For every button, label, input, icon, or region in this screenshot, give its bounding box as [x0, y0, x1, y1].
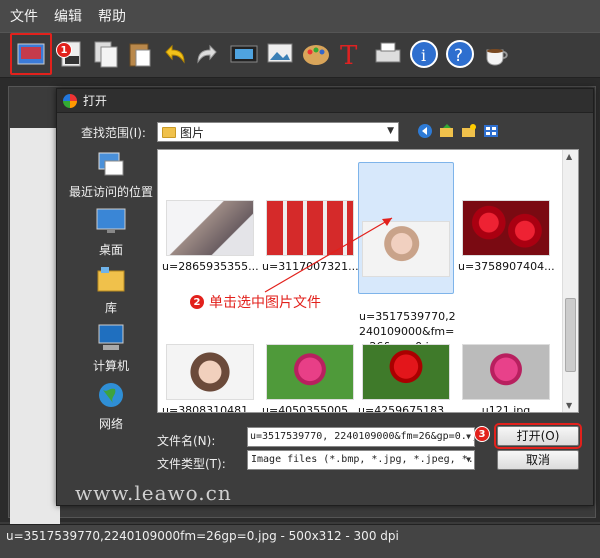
scroll-up-icon[interactable]: ▲ [566, 152, 572, 161]
coffee-cup-icon[interactable] [480, 38, 512, 70]
file-name: u121.jpg [481, 404, 531, 413]
step-badge-3: 3 [474, 426, 490, 442]
place-label: 最近访问的位置 [68, 185, 153, 199]
file-item[interactable]: u=4050355005... [262, 344, 359, 413]
look-in-select[interactable]: 图片 ▼ [157, 122, 399, 142]
dialog-title: 打开 [83, 94, 108, 108]
file-name: u=4259675183... [358, 404, 455, 413]
help-icon[interactable]: ? [444, 38, 476, 70]
info-icon[interactable]: i [408, 38, 440, 70]
filename-value: u=3517539770, 2240109000&fm=26&gp=0. jp [250, 431, 475, 442]
file-name: u=3117007321... [262, 260, 359, 273]
redo-icon[interactable] [192, 38, 224, 70]
place-desktop[interactable]: 桌面 [67, 207, 155, 258]
file-name: u=3758907404... [458, 260, 555, 273]
text-icon[interactable]: T [336, 38, 368, 71]
place-label: 计算机 [92, 359, 129, 373]
canvas-image-edge [10, 128, 60, 538]
undo-icon[interactable] [158, 38, 190, 70]
open-button[interactable]: 打开(O) [494, 423, 582, 449]
app-logo-icon [63, 93, 77, 108]
computer-icon [95, 323, 127, 353]
file-name: u=3808310481... [162, 404, 259, 413]
desktop-icon [95, 207, 127, 237]
watermark: www.leawo.cn [75, 481, 232, 505]
dialog-titlebar: 打开 [57, 89, 593, 113]
chevron-down-icon: ▼ [387, 126, 394, 136]
view-menu-icon[interactable] [483, 123, 499, 139]
file-list-scrollbar[interactable]: ▲ ▼ [562, 150, 578, 412]
file-thumbnail [266, 344, 354, 400]
recent-places-icon [95, 149, 127, 179]
toolbar: T i ? [0, 32, 600, 78]
open-button-highlight [10, 33, 52, 75]
svg-text:?: ? [454, 46, 463, 66]
place-libraries[interactable]: 库 [67, 265, 155, 316]
status-bar: u=3517539770,2240109000fm=26gp=0.jpg - 5… [0, 524, 600, 558]
menu-bar: 文件 编辑 帮助 [0, 0, 600, 32]
file-item[interactable]: u=4259675183... [358, 344, 455, 413]
folder-icon [162, 126, 176, 138]
filetype-select[interactable]: Image files (*.bmp, *.jpg, *.jpeg, *. ▼ [247, 450, 475, 470]
image-frame-icon[interactable] [264, 38, 296, 70]
place-label: 库 [104, 301, 117, 315]
file-thumbnail [266, 200, 354, 256]
scroll-thumb[interactable] [565, 298, 576, 372]
svg-text:i: i [421, 46, 426, 65]
menu-help[interactable]: 帮助 [98, 6, 126, 26]
file-thumbnail [462, 344, 550, 400]
svg-text:T: T [340, 41, 358, 70]
palette-icon[interactable] [300, 38, 332, 70]
paste-icon[interactable] [124, 38, 156, 70]
open-file-dialog: 打开 查找范围(I): 图片 ▼ 最近访问的位置 桌面 库 计算机 网络 u=2… [56, 88, 594, 506]
filetype-value: Image files (*.bmp, *.jpg, *.jpeg, *. [251, 454, 474, 465]
file-item[interactable]: u=2865935355... [162, 200, 259, 273]
annotation-text: 单击选中图片文件 [209, 295, 321, 311]
copy-icon[interactable] [90, 38, 122, 70]
network-globe-icon [95, 381, 127, 411]
file-thumbnail [166, 344, 254, 400]
new-folder-icon[interactable] [461, 123, 477, 139]
place-network[interactable]: 网络 [67, 381, 155, 432]
file-item-selected[interactable]: u=3517539770,2 240109000&fm= 26&gp=0.jpg [358, 162, 456, 353]
filename-input[interactable]: u=3517539770, 2240109000&fm=26&gp=0. jp … [247, 427, 475, 447]
menu-file[interactable]: 文件 [10, 6, 38, 26]
look-in-label: 查找范围(I): [81, 126, 146, 140]
file-thumbnail [166, 200, 254, 256]
file-item[interactable]: u=3117007321... [262, 200, 359, 273]
cancel-button[interactable]: 取消 [497, 450, 579, 470]
place-recent[interactable]: 最近访问的位置 [67, 149, 155, 200]
place-computer[interactable]: 计算机 [67, 323, 155, 374]
print-icon[interactable] [372, 38, 404, 70]
filmstrip-icon[interactable] [228, 38, 260, 70]
look-in-value: 图片 [180, 125, 205, 140]
back-icon[interactable] [417, 123, 433, 139]
places-bar: 最近访问的位置 桌面 库 计算机 网络 [67, 149, 157, 439]
filename-label: 文件名(N): [157, 434, 216, 448]
step-badge-1: 1 [56, 42, 72, 58]
place-label: 桌面 [98, 243, 123, 257]
file-thumbnail [362, 344, 450, 400]
up-folder-icon[interactable] [439, 123, 455, 139]
step-badge-2: 2 [189, 294, 205, 310]
chevron-down-icon: ▼ [466, 455, 471, 464]
menu-edit[interactable]: 编辑 [54, 6, 82, 26]
place-label: 网络 [98, 417, 123, 431]
file-name: u=4050355005... [262, 404, 359, 413]
annotation-step-2: 2 单击选中图片文件 [189, 292, 321, 312]
library-icon [95, 265, 127, 295]
file-item[interactable]: u=3758907404... [458, 200, 555, 273]
file-list[interactable]: u=2865935355... u=3117007321... u=351753… [157, 149, 579, 413]
file-item[interactable]: u121.jpg [458, 344, 554, 413]
dialog-nav-buttons [417, 123, 499, 139]
chevron-down-icon[interactable]: ▼ [466, 428, 471, 446]
file-thumbnail [362, 221, 450, 277]
file-name: u=2865935355... [162, 260, 259, 273]
scroll-down-icon[interactable]: ▼ [566, 401, 572, 410]
file-item[interactable]: u=3808310481... [162, 344, 259, 413]
filetype-label: 文件类型(T): [157, 457, 226, 471]
file-thumbnail [462, 200, 550, 256]
